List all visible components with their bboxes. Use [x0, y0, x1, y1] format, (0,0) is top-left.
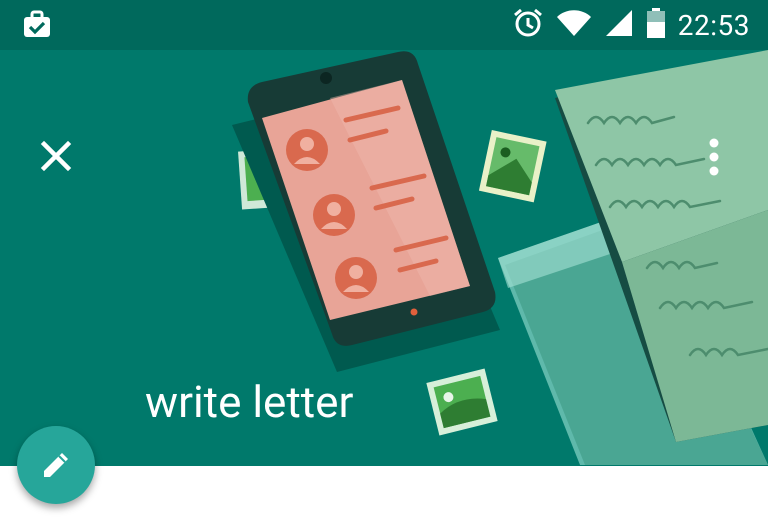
pencil-icon — [44, 453, 68, 477]
status-bar: 22:53 — [0, 0, 768, 50]
status-time: 22:53 — [677, 8, 750, 42]
stamp-icon — [426, 368, 498, 436]
alarm-icon — [512, 7, 544, 43]
header-illustration — [232, 50, 768, 465]
work-badge-icon — [22, 10, 52, 44]
close-icon — [40, 140, 72, 172]
wifi-icon — [556, 9, 592, 41]
phone-illustration — [247, 51, 496, 346]
content-area — [0, 466, 768, 523]
close-button[interactable] — [38, 138, 74, 174]
more-vert-icon — [709, 138, 719, 176]
signal-icon — [604, 8, 634, 42]
header-banner — [0, 50, 768, 466]
battery-icon — [646, 7, 666, 43]
page-title: write letter — [145, 376, 354, 428]
stamp-icon — [478, 130, 547, 203]
compose-fab-button[interactable] — [17, 426, 95, 504]
more-options-button[interactable] — [700, 138, 728, 176]
